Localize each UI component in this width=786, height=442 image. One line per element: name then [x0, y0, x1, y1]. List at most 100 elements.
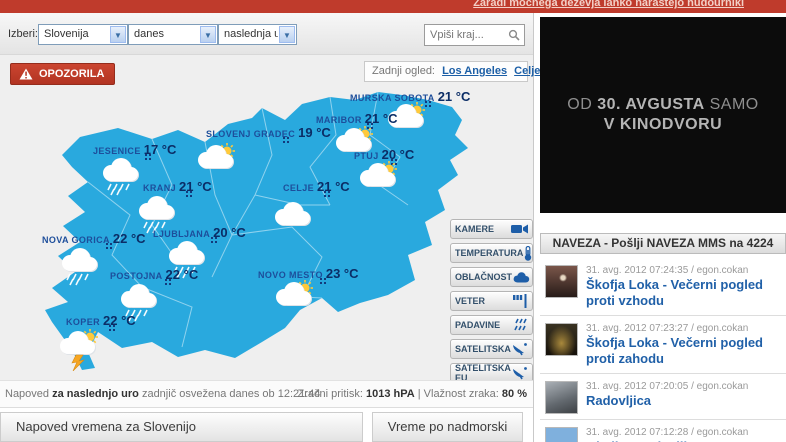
alert-link[interactable]: Zaradi močnega deževja lahko narastejo h…: [473, 0, 744, 9]
city-marker-nova-gorica[interactable]: NOVA GORICA 22 °C: [42, 230, 146, 248]
cloud-icon: [513, 272, 530, 283]
hour-select[interactable]: naslednja ura ▼: [218, 24, 297, 45]
city-marker-novo-mesto[interactable]: NOVO MESTO 23 °C: [258, 265, 359, 283]
chevron-down-icon[interactable]: ▼: [110, 26, 126, 43]
layer-button-oblacnost[interactable]: OBLAČNOST: [450, 267, 533, 287]
naveza-thumbnail[interactable]: [545, 265, 578, 298]
city-marker-celje[interactable]: CELJE 21 °C: [283, 178, 350, 196]
city-dots: [164, 279, 167, 281]
weather-icon-rain: [97, 156, 143, 196]
naveza-item-title[interactable]: Škofja Loka - Večerni pogled proti vzhod…: [586, 277, 786, 309]
naveza-thumbnail[interactable]: [545, 427, 578, 442]
layer-button-veter[interactable]: VETER: [450, 291, 533, 311]
naveza-item-meta: 31. avg. 2012 07:12:28 / egon.cokan: [586, 427, 749, 438]
chevron-down-icon[interactable]: ▼: [279, 26, 295, 43]
satellite-icon: [513, 367, 527, 380]
hour-select-value: naslednja ura: [224, 28, 278, 40]
warning-triangle-icon: [19, 68, 33, 80]
city-dots: [185, 191, 188, 193]
city-marker-ljubljana[interactable]: LJUBLJANA 20 °C: [153, 224, 246, 242]
naveza-list-item[interactable]: 31. avg. 2012 07:23:27 / egon.cokan Škof…: [540, 315, 786, 373]
forecast-refresh-status: Napoved za naslednjo uro zadnjič osvežen…: [5, 388, 321, 400]
layer-button-padavine[interactable]: PADAVINE: [450, 315, 533, 335]
weather-page: Zaradi močnega deževja lahko narastejo h…: [0, 0, 786, 442]
layer-button-label: PADAVINE: [455, 320, 501, 330]
weather-icon-partly-cloudy: [272, 278, 318, 312]
tab-vreme-po-nadmorski-visini[interactable]: Vreme po nadmorski višini: [372, 412, 523, 442]
city-name: KRANJ: [143, 183, 177, 193]
ad-line-2: V KINODVORU: [603, 116, 723, 133]
pressure-humidity-status: Zračni pritisk: 1013 hPA | Vlažnost zrak…: [297, 388, 528, 400]
city-marker-koper[interactable]: KOPER 22 °C: [66, 312, 136, 330]
satellite-icon: [513, 343, 527, 356]
city-dots: [106, 243, 109, 245]
city-name: LJUBLJANA: [153, 229, 211, 239]
last-viewed-link-celje[interactable]: Celje: [514, 65, 540, 77]
city-dots: [210, 237, 213, 239]
left-column: Izberi: Slovenija ▼ danes ▼ naslednja ur…: [0, 13, 540, 442]
city-temp: 23 °C: [325, 266, 359, 281]
layer-button-label: VETER: [455, 296, 486, 306]
filter-label: Izberi:: [8, 28, 38, 40]
layer-button-satelitska[interactable]: SATELITSKA: [450, 339, 533, 359]
naveza-item-meta: 31. avg. 2012 07:20:05 / egon.cokan: [586, 381, 749, 392]
search-input[interactable]: [430, 27, 504, 43]
naveza-list-item[interactable]: 31. avg. 2012 07:20:05 / egon.cokan Rado…: [540, 373, 786, 419]
naveza-list: 31. avg. 2012 07:24:35 / egon.cokan Škof…: [540, 258, 786, 442]
ad-banner[interactable]: OD 30. AVGUSTA SAMO V KINODVORU: [540, 17, 786, 213]
city-temp: 22 °C: [103, 313, 136, 328]
weather-icon-partly-cloudy: [194, 141, 240, 175]
naveza-item-title[interactable]: Škofja Loka - Večerni pogled proti zahod…: [586, 335, 786, 367]
naveza-thumbnail[interactable]: [545, 323, 578, 356]
ad-line-1: OD 30. AVGUSTA SAMO: [567, 96, 759, 113]
filter-bar: Izberi: Slovenija ▼ danes ▼ naslednja ur…: [0, 13, 533, 55]
weather-icon-partly-cloudy: [356, 159, 402, 193]
city-marker-murska-sobota[interactable]: MURSKA SOBOTA 21 °C: [350, 88, 470, 106]
city-marker-slovenj-gradec[interactable]: SLOVENJ GRADEC 19 °C: [206, 124, 331, 142]
rain-icon: [514, 318, 527, 331]
layer-button-label: SATELITSKA: [455, 344, 511, 354]
naveza-item-title[interactable]: Radovljica: [586, 393, 786, 409]
city-temp: 21 °C: [317, 179, 350, 194]
city-temp: 20 °C: [213, 225, 246, 240]
naveza-item-meta: 31. avg. 2012 07:23:27 / egon.cokan: [586, 323, 749, 334]
layer-button-temperatura[interactable]: TEMPERATURA: [450, 243, 533, 263]
search-icon[interactable]: [508, 29, 520, 41]
wind-icon: [513, 294, 527, 308]
naveza-header: NAVEZA - Pošlji NAVEZA MMS na 4224: [540, 233, 786, 254]
city-marker-ptuj[interactable]: PTUJ 20 °C: [354, 146, 414, 164]
city-name: POSTOJNA: [110, 271, 163, 281]
city-marker-jesenice[interactable]: JESENICE 17 °C: [93, 141, 176, 159]
city-marker-postojna[interactable]: POSTOJNA 22 °C: [110, 266, 198, 284]
naveza-item-meta: 31. avg. 2012 07:24:35 / egon.cokan: [586, 265, 749, 276]
city-name: JESENICE: [93, 146, 141, 156]
warnings-button[interactable]: OPOZORILA: [10, 63, 116, 85]
region-select-value: Slovenija: [44, 28, 89, 40]
tab-napoved-vremena-za-slovenijo[interactable]: Napoved vremena za Slovenijo: [0, 412, 363, 442]
naveza-list-item[interactable]: 31. avg. 2012 07:24:35 / egon.cokan Škof…: [540, 258, 786, 315]
chevron-down-icon[interactable]: ▼: [200, 26, 216, 43]
city-marker-kranj[interactable]: KRANJ 21 °C: [143, 178, 212, 196]
city-dots: [144, 154, 147, 156]
thermometer-icon: [525, 245, 532, 261]
layer-button-kamere[interactable]: KAMERE: [450, 219, 533, 239]
layer-button-label: TEMPERATURA: [455, 248, 524, 258]
naveza-thumbnail[interactable]: [545, 381, 578, 414]
city-dots: [283, 137, 286, 139]
last-viewed-link-los-angeles[interactable]: Los Angeles: [442, 65, 507, 77]
city-name: SLOVENJ GRADEC: [206, 129, 296, 139]
warnings-button-label: OPOZORILA: [39, 68, 105, 80]
map-panel: OPOZORILA Zadnji ogled: Los Angeles Celj…: [0, 55, 540, 394]
weather-icon-cloudy: [269, 196, 315, 230]
city-name: KOPER: [66, 317, 101, 327]
last-viewed-box: Zadnji ogled: Los Angeles Celje: [364, 61, 540, 82]
naveza-list-item[interactable]: 31. avg. 2012 07:12:28 / egon.cokan Okol…: [540, 419, 786, 442]
city-dots: [109, 325, 112, 327]
last-viewed-label: Zadnji ogled:: [372, 65, 435, 77]
region-select[interactable]: Slovenija ▼: [38, 24, 128, 45]
layer-button-label: KAMERE: [455, 224, 495, 234]
city-dots: [320, 278, 323, 280]
day-select[interactable]: danes ▼: [128, 24, 218, 45]
weather-icon-rain: [56, 246, 102, 286]
city-name: CELJE: [283, 183, 315, 193]
